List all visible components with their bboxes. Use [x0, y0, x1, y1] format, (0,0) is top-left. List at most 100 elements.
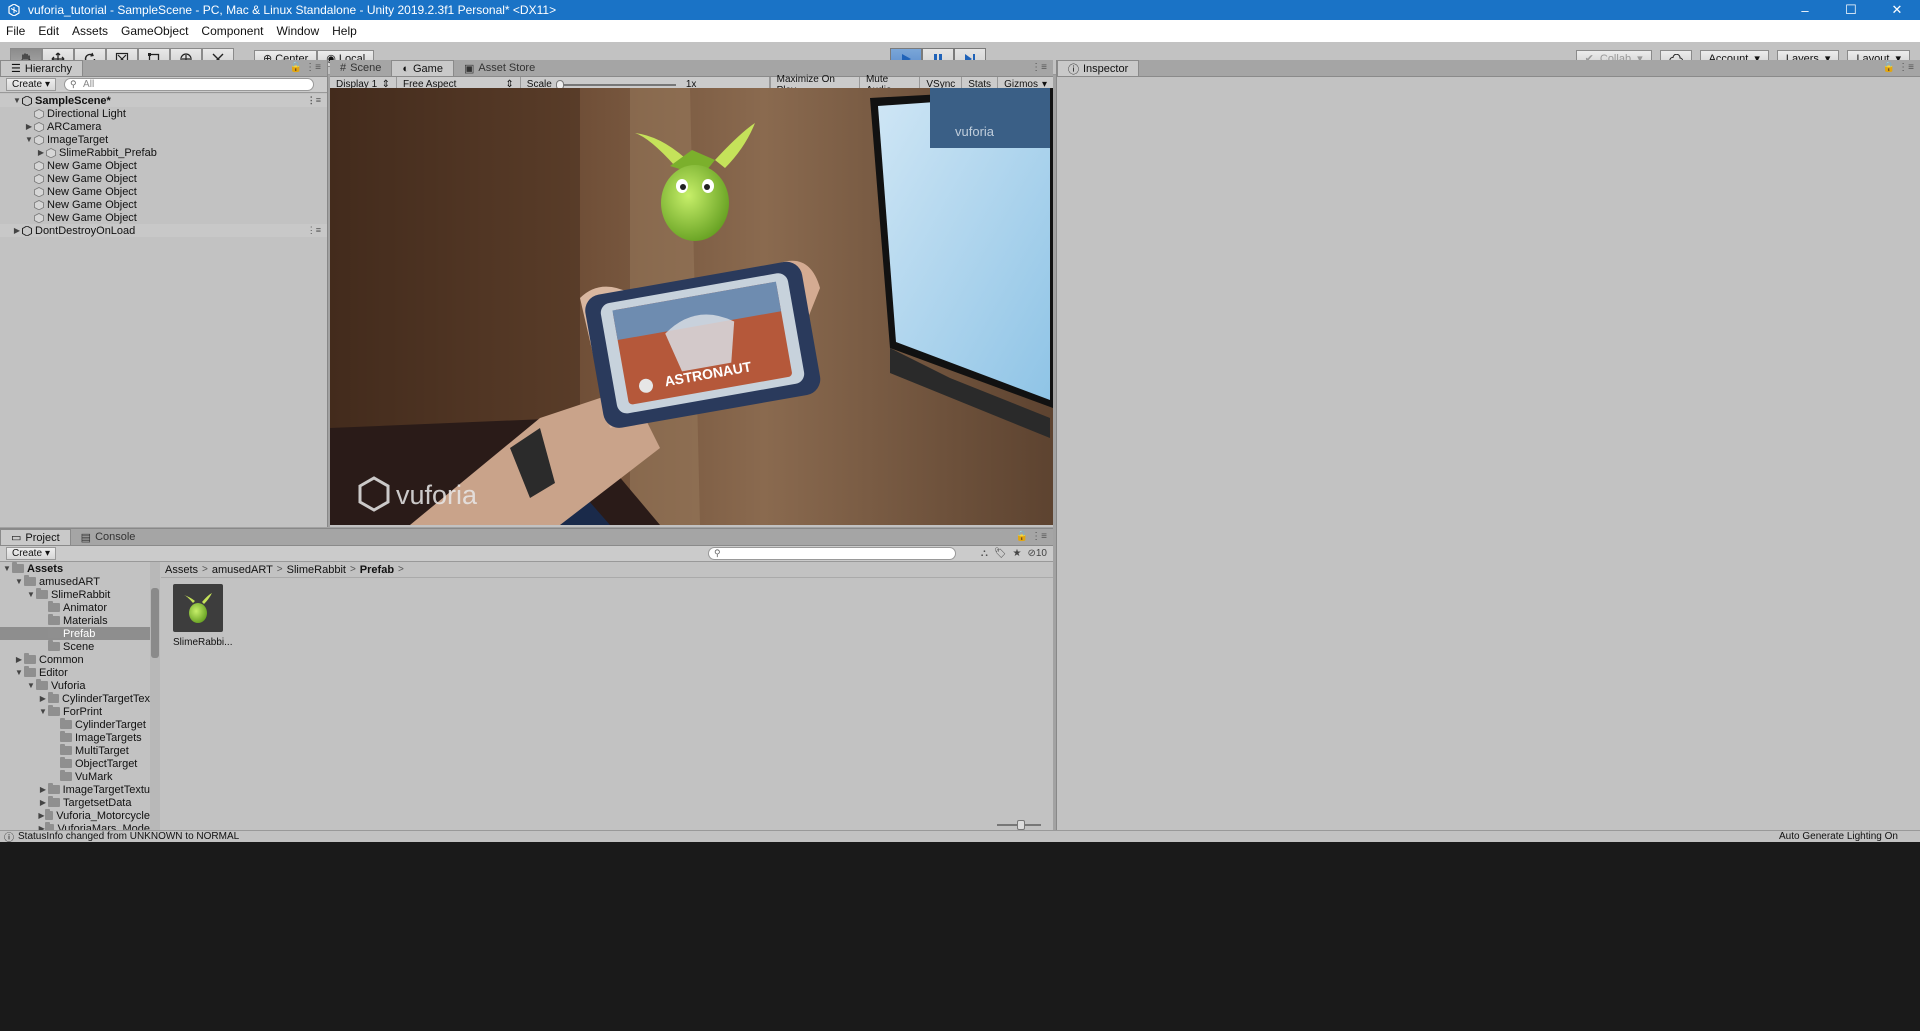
breadcrumb-amusedart[interactable]: amusedART	[212, 564, 273, 576]
project-folder-item[interactable]: ▶ Vuforia_Motorcycle	[0, 809, 150, 822]
project-folder-item[interactable]: VuMark	[0, 770, 150, 783]
chevron-right-icon[interactable]: ▶	[36, 148, 46, 157]
project-folder-item[interactable]: ▼ Vuforia	[0, 679, 150, 692]
minimize-button[interactable]: –	[1782, 0, 1828, 20]
chevron-right-icon[interactable]: ▶	[24, 122, 34, 131]
chevron-right-icon[interactable]: ▶	[38, 798, 48, 807]
chevron-down-icon[interactable]: ▼	[2, 564, 12, 573]
panel-menu-icon[interactable]: 🔒 ⋮≡	[290, 62, 321, 73]
hierarchy-item[interactable]: Directional Light	[0, 107, 327, 120]
project-tree-scrollbar[interactable]	[150, 562, 160, 831]
maximize-button[interactable]: ☐	[1828, 0, 1874, 20]
monitor-logo-text: vuforia	[955, 124, 995, 139]
tab-inspector[interactable]: ⓘ Inspector	[1057, 60, 1140, 76]
chevron-down-icon[interactable]: ▼	[12, 96, 22, 105]
chevron-right-icon[interactable]: ▶	[12, 226, 22, 235]
chevron-right-icon[interactable]: ▶	[38, 694, 48, 703]
search-placeholder: All	[83, 79, 95, 90]
scale-slider[interactable]	[555, 79, 676, 90]
hierarchy-item[interactable]: ▶ ARCamera	[0, 120, 327, 133]
project-folder-item[interactable]: CylinderTarget	[0, 718, 150, 731]
project-panel: ▭ Project ▤ Console 🔒 ⋮≡ Create ▾ ⚲ ⛬ 🏷 …	[0, 528, 1053, 831]
hierarchy-item[interactable]: ▼ ImageTarget	[0, 133, 327, 146]
panel-menu-icon[interactable]: 🔒 ⋮≡	[1016, 531, 1047, 542]
scene-menu-icon[interactable]: ⋮≡	[307, 95, 321, 106]
close-button[interactable]: ✕	[1874, 0, 1920, 20]
menu-gameobject[interactable]: GameObject	[121, 24, 188, 38]
scene-row-dontdestroy[interactable]: ▶ DontDestroyOnLoad ⋮≡	[0, 224, 327, 237]
chevron-down-icon[interactable]: ▼	[26, 681, 36, 690]
menu-component[interactable]: Component	[201, 24, 263, 38]
hierarchy-item-label: New Game Object	[47, 172, 137, 185]
project-folder-item[interactable]: ▶ ImageTargetTextu	[0, 783, 150, 796]
hierarchy-item[interactable]: ▶ SlimeRabbit_Prefab	[0, 146, 327, 159]
hierarchy-item[interactable]: New Game Object	[0, 185, 327, 198]
slider-knob[interactable]	[1017, 820, 1025, 830]
project-folder-item[interactable]: ▼ Assets	[0, 562, 150, 575]
menu-edit[interactable]: Edit	[38, 24, 59, 38]
menu-window[interactable]: Window	[276, 24, 319, 38]
menu-help[interactable]: Help	[332, 24, 357, 38]
search-icon: ⚲	[714, 548, 721, 558]
project-search-input[interactable]: ⚲	[708, 547, 956, 560]
project-folder-item[interactable]: ▼ ForPrint	[0, 705, 150, 718]
favorite-star-icon[interactable]: ★	[1013, 548, 1022, 559]
tab-scene[interactable]: # Scene	[330, 60, 391, 76]
hierarchy-item[interactable]: New Game Object	[0, 211, 327, 224]
panel-menu-icon[interactable]: ⋮≡	[1031, 62, 1047, 73]
project-folder-item[interactable]: ImageTargets	[0, 731, 150, 744]
project-folder-item[interactable]: ▼ amusedART	[0, 575, 150, 588]
hierarchy-search-input[interactable]: ⚲ All	[64, 78, 315, 91]
gameobject-cube-icon	[34, 186, 44, 197]
scrollbar-thumb[interactable]	[151, 588, 159, 658]
status-message[interactable]: StatusInfo changed from UNKNOWN to NORMA…	[18, 831, 239, 842]
menu-assets[interactable]: Assets	[72, 24, 108, 38]
hierarchy-item[interactable]: New Game Object	[0, 172, 327, 185]
scene-row[interactable]: ▼ SampleScene* ⋮≡	[0, 94, 327, 107]
chevron-right-icon[interactable]: ▶	[14, 655, 24, 664]
project-folder-item[interactable]: ▶ TargetsetData	[0, 796, 150, 809]
tab-game[interactable]: ◐ Game	[391, 60, 454, 76]
project-content: Assets > amusedART > SlimeRabbit > Prefa…	[161, 562, 1053, 830]
filter-by-type-icon[interactable]: ⛬	[981, 548, 988, 559]
hierarchy-item[interactable]: New Game Object	[0, 159, 327, 172]
project-folder-item[interactable]: Animator	[0, 601, 150, 614]
tab-hierarchy[interactable]: ☰ Hierarchy	[0, 60, 83, 76]
chevron-right-icon[interactable]: ▶	[38, 811, 45, 820]
project-folder-item[interactable]: Materials	[0, 614, 150, 627]
chevron-down-icon[interactable]: ▼	[14, 668, 24, 677]
project-folder-item[interactable]: ObjectTarget	[0, 757, 150, 770]
project-folder-item[interactable]: ▼ SlimeRabbit	[0, 588, 150, 601]
chevron-down-icon[interactable]: ▼	[14, 577, 24, 586]
breadcrumb-prefab[interactable]: Prefab	[360, 564, 394, 576]
folder-icon	[36, 679, 48, 690]
tab-asset-store[interactable]: ▣ Asset Store	[454, 60, 545, 76]
asset-tile-slimerabbit[interactable]: SlimeRabbi...	[173, 584, 232, 648]
hidden-packages-badge[interactable]: ⊘10	[1027, 548, 1047, 559]
breadcrumb-slimerabbit[interactable]: SlimeRabbit	[287, 564, 346, 576]
create-dropdown[interactable]: Create ▾	[6, 547, 57, 560]
create-dropdown[interactable]: Create ▾	[6, 78, 57, 91]
project-folder-item[interactable]: Prefab	[0, 627, 150, 640]
project-folder-item[interactable]: ▼ Editor	[0, 666, 150, 679]
game-viewport[interactable]: ASTRONAUT vuforia vuforia	[330, 88, 1053, 525]
project-folder-item[interactable]: Scene	[0, 640, 150, 653]
project-folder-item[interactable]: MultiTarget	[0, 744, 150, 757]
chevron-down-icon[interactable]: ▼	[24, 135, 34, 144]
thumbnail-size-slider[interactable]	[997, 820, 1041, 830]
filter-by-label-icon[interactable]: 🏷	[994, 548, 1007, 559]
gameobject-cube-icon	[34, 134, 44, 145]
hierarchy-item-label: New Game Object	[47, 185, 137, 198]
tab-console[interactable]: ▤ Console	[71, 529, 146, 545]
panel-menu-icon[interactable]: 🔒 ⋮≡	[1883, 62, 1914, 73]
breadcrumb-assets[interactable]: Assets	[165, 564, 198, 576]
menu-file[interactable]: File	[6, 24, 25, 38]
hierarchy-item[interactable]: New Game Object	[0, 198, 327, 211]
scene-menu-icon[interactable]: ⋮≡	[307, 225, 321, 236]
project-folder-item[interactable]: ▶ Common	[0, 653, 150, 666]
project-folder-item[interactable]: ▶ CylinderTargetTex	[0, 692, 150, 705]
chevron-down-icon[interactable]: ▼	[38, 707, 48, 716]
chevron-right-icon[interactable]: ▶	[38, 785, 48, 794]
chevron-down-icon[interactable]: ▼	[26, 590, 36, 599]
tab-project[interactable]: ▭ Project	[0, 529, 71, 545]
